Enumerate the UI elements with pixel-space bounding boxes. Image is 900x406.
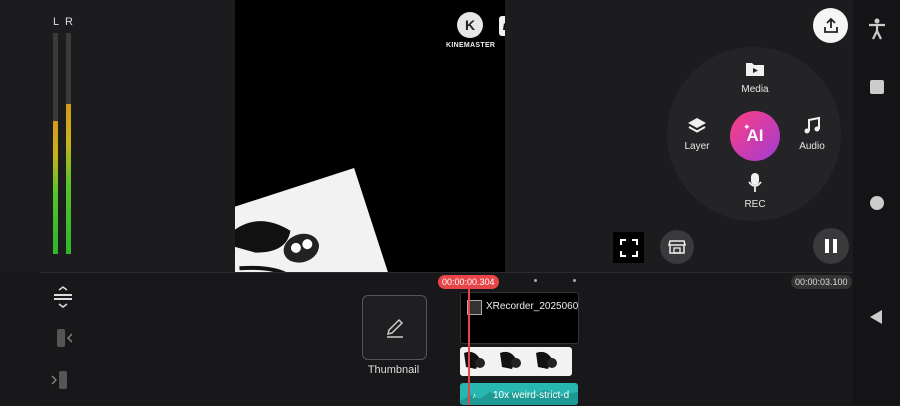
thumbnail-label: Thumbnail [367,364,420,376]
share-button[interactable] [813,8,848,43]
video-clip-1[interactable]: XRecorder_20250603 [460,292,579,344]
media-icon [746,63,764,76]
trim-end-icon[interactable] [49,369,71,391]
timeline-side [0,272,40,405]
layer-button[interactable]: Layer [672,116,722,156]
meter-left-label: L [53,16,60,28]
rec-label: REC [744,199,766,210]
total-time-badge: 00:00:03.100 [791,275,852,289]
sparkle-icon: ✦ [743,122,751,132]
meter-right-fill [66,103,71,254]
system-nav-bar [853,0,900,405]
audio-icon [804,116,820,134]
ai-button[interactable]: AI ✦ [730,111,780,161]
rec-button[interactable]: REC [730,172,780,212]
audio-clip-title: 10x weird-strict-d [493,390,570,401]
timeline-expand-icon[interactable] [52,285,74,309]
timeline-marker-dot [573,279,576,282]
meter-left-fill [53,121,58,254]
share-icon [823,17,838,33]
trim-start-icon[interactable] [53,327,75,349]
kinemaster-logo-icon: K [457,12,483,38]
layer-label: Layer [684,141,710,152]
current-time-badge: 00:00:00.304 [438,275,499,289]
layer-icon [688,118,706,133]
playhead[interactable] [468,284,470,405]
media-button[interactable]: Media [730,58,780,98]
audio-meter-panel: L R [0,0,235,272]
pause-button[interactable] [813,228,849,264]
clip-1-title: XRecorder_20250603 [486,301,579,312]
nav-square-icon[interactable] [870,80,884,94]
kinemaster-logo: K KINEMASTER [446,6,505,52]
video-preview[interactable]: K KINEMASTER [235,0,505,272]
accessibility-icon[interactable] [868,18,886,40]
pause-icon [825,239,837,253]
audio-label: Audio [799,141,825,152]
meter-right-label: R [65,16,73,28]
cartoon-figure [235,221,319,272]
clip-2-thumbnails [464,351,557,369]
kinemaster-wordmark: KINEMASTER [446,42,496,49]
edit-icon [386,318,403,338]
video-clip-2[interactable] [460,347,572,376]
mic-icon [748,173,762,192]
tool-panel: Media Layer AI ✦ Audio REC [505,0,853,272]
nav-circle-icon[interactable] [870,196,884,210]
media-label: Media [741,84,769,95]
timeline-marker-dot [534,279,537,282]
fullscreen-icon [619,238,638,257]
thumbnail-button[interactable] [362,295,427,360]
fullscreen-button[interactable] [613,232,644,263]
timeline[interactable] [40,272,853,406]
audio-clip[interactable]: ♪ 10x weird-strict-d [460,383,578,405]
asset-store-button[interactable] [660,230,694,264]
meter-left-track [53,33,58,254]
meter-right-track [66,33,71,254]
store-icon [668,240,686,254]
music-note-icon: ♪ [472,391,476,400]
nav-back-icon[interactable] [869,309,883,325]
preview-video-frame [235,167,389,272]
audio-button[interactable]: Audio [787,116,837,156]
logo-letter: K [464,17,476,33]
